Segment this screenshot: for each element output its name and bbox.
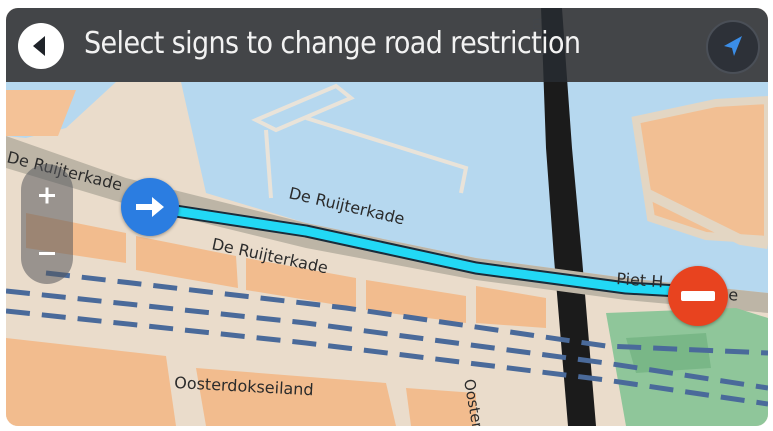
- street-label: e: [728, 285, 739, 305]
- street-label: Piet H: [616, 269, 664, 291]
- route-start-sign[interactable]: [121, 178, 179, 236]
- zoom-control: [21, 164, 73, 284]
- header-bar: Select signs to change road restriction: [6, 8, 768, 82]
- back-arrow-icon: [33, 36, 45, 56]
- plus-icon: [39, 187, 55, 204]
- back-button[interactable]: [18, 23, 64, 69]
- no-entry-sign-icon: [681, 291, 715, 301]
- park: [626, 333, 711, 373]
- zoom-out-button[interactable]: [21, 226, 73, 282]
- arrow-right-sign-icon: [136, 197, 164, 217]
- zoom-in-button[interactable]: [21, 168, 73, 224]
- current-location-button[interactable]: [706, 20, 760, 74]
- route-end-sign[interactable]: [668, 266, 728, 326]
- navigation-arrow-icon: [724, 36, 742, 56]
- page-title: Select signs to change road restriction: [84, 26, 581, 61]
- minus-icon: [39, 252, 55, 255]
- map-screen: De Ruijterkade De Ruijterkade De Ruijter…: [6, 8, 768, 426]
